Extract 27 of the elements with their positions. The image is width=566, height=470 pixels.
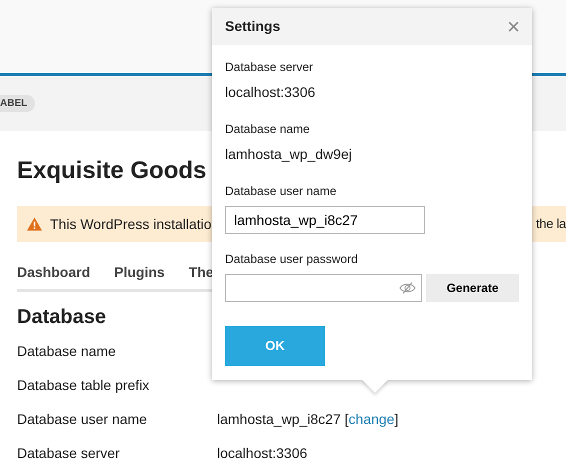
popover-title: Settings — [225, 17, 280, 36]
warning-text: the la — [536, 215, 566, 234]
password-field[interactable] — [225, 274, 422, 302]
site-title: Exquisite Goods — [17, 156, 206, 186]
field-label: Database server — [225, 59, 314, 76]
change-link[interactable]: change — [348, 410, 394, 426]
field-label: Database table prefix — [17, 376, 150, 395]
nav-tab[interactable]: Dashboard — [17, 262, 90, 289]
field-value: lamhosta_wp_dw9ej — [225, 145, 353, 164]
field-label: Database server — [17, 444, 121, 462]
field-label: Database user name — [225, 183, 338, 200]
field-label: Database name — [225, 121, 311, 138]
section-title: Database — [17, 305, 107, 330]
label-badge: ABEL — [0, 95, 36, 112]
field-value: localhost:3306 — [217, 444, 308, 462]
nav-tab[interactable]: The — [188, 262, 214, 289]
hidden-eye-icon[interactable] — [399, 282, 416, 294]
warning-text: This WordPress installatio — [50, 214, 212, 234]
field-label: Database name — [17, 342, 117, 360]
field-value: localhost:3306 — [225, 83, 316, 102]
warning-icon — [27, 217, 42, 231]
field-value: lamhosta_wp_i8c27 [change] — [217, 410, 398, 429]
user-name-field[interactable]: lamhosta_wp_i8c27 — [225, 206, 425, 234]
generate-button[interactable]: Generate — [426, 274, 519, 302]
nav-tab[interactable]: Plugins — [114, 262, 165, 289]
field-label: Database user password — [225, 251, 359, 268]
field-label: Database user name — [17, 410, 148, 428]
